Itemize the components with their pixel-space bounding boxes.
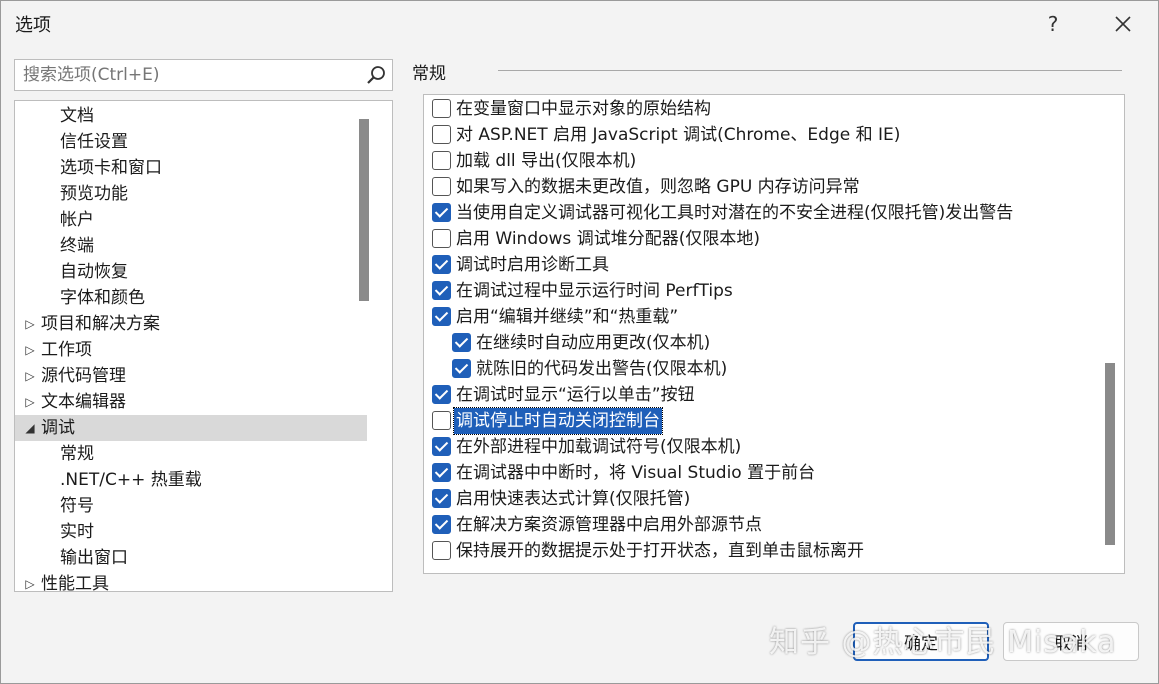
tree-item-label: 预览功能	[60, 184, 128, 204]
expanded-arrow-icon[interactable]: ◢	[23, 415, 37, 441]
tree-item-label: 文本编辑器	[41, 392, 126, 412]
tree-item-label: 工作项	[41, 340, 92, 360]
search-icon[interactable]	[366, 65, 386, 85]
tree-item[interactable]: 输出窗口	[15, 545, 367, 571]
checkbox-checked[interactable]	[432, 437, 451, 456]
option-label: 在解决方案资源管理器中启用外部源节点	[456, 515, 762, 535]
help-button[interactable]: ?	[1033, 7, 1073, 41]
option-label: 启用 Windows 调试堆分配器(仅限本地)	[456, 229, 760, 249]
option-label: 在外部进程中加载调试符号(仅限本机)	[456, 437, 742, 457]
option-label: 如果写入的数据未更改值，则忽略 GPU 内存访问异常	[456, 177, 860, 197]
tree-item[interactable]: ▷ 工作项	[15, 337, 367, 363]
collapsed-arrow-icon[interactable]: ▷	[23, 571, 37, 591]
checkbox-checked[interactable]	[432, 463, 451, 482]
checkbox-unchecked[interactable]	[432, 151, 451, 170]
option-label: 调试时启用诊断工具	[456, 255, 609, 275]
option-label: 在变量窗口中显示对象的原始结构	[456, 99, 711, 119]
tree-item-label: 输出窗口	[60, 548, 128, 568]
tree-scrollbar-thumb[interactable]	[359, 119, 369, 301]
section-divider	[498, 70, 1122, 71]
options-dialog: 选项 ? 文档信任设置选项卡和窗口预览功能帐户终端自动恢复字体和颜色▷项目和解决…	[0, 0, 1159, 684]
tree-item[interactable]: 常规	[15, 441, 367, 467]
option-label: 在继续时自动应用更改(仅本机)	[476, 333, 711, 353]
options-list: 在变量窗口中显示对象的原始结构对 ASP.NET 启用 JavaScript 调…	[423, 94, 1125, 574]
option-label: 在调试器中中断时，将 Visual Studio 置于前台	[456, 463, 816, 483]
tree-item-label: 实时	[60, 522, 94, 542]
tree-item-label: .NET/C++ 热重载	[60, 470, 202, 490]
tree-item[interactable]: ◢ 调试	[15, 415, 367, 441]
tree-item-label: 性能工具	[41, 574, 109, 592]
tree-item[interactable]: ▷ 源代码管理	[15, 363, 367, 389]
tree-item[interactable]: ▷ 文本编辑器	[15, 389, 367, 415]
option-label: 启用快速表达式计算(仅限托管)	[456, 489, 691, 509]
tree-item-label: 项目和解决方案	[41, 314, 160, 334]
tree-item[interactable]: .NET/C++ 热重载	[15, 467, 367, 493]
close-button[interactable]	[1103, 7, 1143, 41]
tree-item-label: 字体和颜色	[60, 288, 145, 308]
window-title: 选项	[15, 15, 51, 36]
option-label: 在调试过程中显示运行时间 PerfTips	[456, 281, 733, 301]
tree-item-label: 自动恢复	[60, 262, 128, 282]
tree-item-label: 帐户	[60, 210, 94, 230]
search-box	[14, 59, 393, 91]
section-title: 常规	[412, 64, 446, 84]
tree-item-label: 符号	[60, 496, 94, 516]
tree-item[interactable]: 选项卡和窗口	[15, 155, 367, 181]
option-label: 保持展开的数据提示处于打开状态，直到单击鼠标离开	[456, 541, 864, 561]
tree-item-label: 选项卡和窗口	[60, 158, 162, 178]
options-tree: 文档 信任设置 选项卡和窗口 预览功能 帐户 终端 自动恢复 字体和颜色 ▷ 项目和解决方案 ▷ 工作…	[14, 100, 393, 592]
ok-button[interactable]: 确定	[853, 622, 989, 661]
option-label: 当使用自定义调试器可视化工具时对潜在的不安全进程(仅限托管)发出警告	[456, 203, 1014, 223]
collapsed-arrow-icon[interactable]: ▷	[23, 363, 37, 389]
tree-item[interactable]: 帐户	[15, 207, 367, 233]
tree-item[interactable]: 实时	[15, 519, 367, 545]
search-input[interactable]	[15, 60, 355, 90]
tree-item[interactable]: 信任设置	[15, 129, 367, 155]
checkbox-checked[interactable]	[432, 255, 451, 274]
tree-item[interactable]: 符号	[15, 493, 367, 519]
tree-item[interactable]: 终端	[15, 233, 367, 259]
tree-item[interactable]: ▷ 性能工具	[15, 571, 367, 592]
cancel-button[interactable]: 取消	[1003, 622, 1139, 661]
option-label: 调试停止时自动关闭控制台	[453, 407, 663, 435]
options-scrollbar-thumb[interactable]	[1105, 363, 1115, 545]
checkbox-unchecked[interactable]	[432, 411, 451, 430]
tree-item[interactable]: 字体和颜色	[15, 285, 367, 311]
collapsed-arrow-icon[interactable]: ▷	[23, 389, 37, 415]
option-label: 就陈旧的代码发出警告(仅限本机)	[476, 359, 728, 379]
tree-item-label: 信任设置	[60, 132, 128, 152]
checkbox-checked[interactable]	[432, 385, 451, 404]
tree-item[interactable]: ▷ 项目和解决方案	[15, 311, 367, 337]
tree-item[interactable]: 预览功能	[15, 181, 367, 207]
tree-item[interactable]: 文档	[15, 103, 367, 129]
checkbox-unchecked[interactable]	[432, 125, 451, 144]
checkbox-unchecked[interactable]	[432, 229, 451, 248]
checkbox-unchecked[interactable]	[432, 541, 451, 560]
option-label: 启用“编辑并继续”和“热重载”	[456, 307, 679, 327]
option-label: 在调试时显示“运行以单击”按钮	[456, 385, 695, 405]
checkbox-unchecked[interactable]	[432, 99, 451, 118]
tree-item-label: 常规	[60, 444, 94, 464]
checkbox-unchecked[interactable]	[432, 177, 451, 196]
tree-item-label: 终端	[60, 236, 94, 256]
tree-item[interactable]: 自动恢复	[15, 259, 367, 285]
option-label: 加载 dll 导出(仅限本机)	[456, 151, 637, 171]
checkbox-checked[interactable]	[452, 359, 471, 378]
tree-item-label: 文档	[60, 106, 94, 126]
close-icon	[1115, 16, 1131, 32]
tree-item-label: 调试	[41, 418, 75, 438]
checkbox-checked[interactable]	[432, 307, 451, 326]
checkbox-checked[interactable]	[432, 515, 451, 534]
tree-item-label: 源代码管理	[41, 366, 126, 386]
collapsed-arrow-icon[interactable]: ▷	[23, 311, 37, 337]
checkbox-checked[interactable]	[432, 203, 451, 222]
title-bar: 选项 ?	[1, 1, 1158, 47]
checkbox-checked[interactable]	[432, 489, 451, 508]
option-label: 对 ASP.NET 启用 JavaScript 调试(Chrome、Edge 和…	[456, 125, 901, 145]
checkbox-checked[interactable]	[452, 333, 471, 352]
collapsed-arrow-icon[interactable]: ▷	[23, 337, 37, 363]
checkbox-checked[interactable]	[432, 281, 451, 300]
